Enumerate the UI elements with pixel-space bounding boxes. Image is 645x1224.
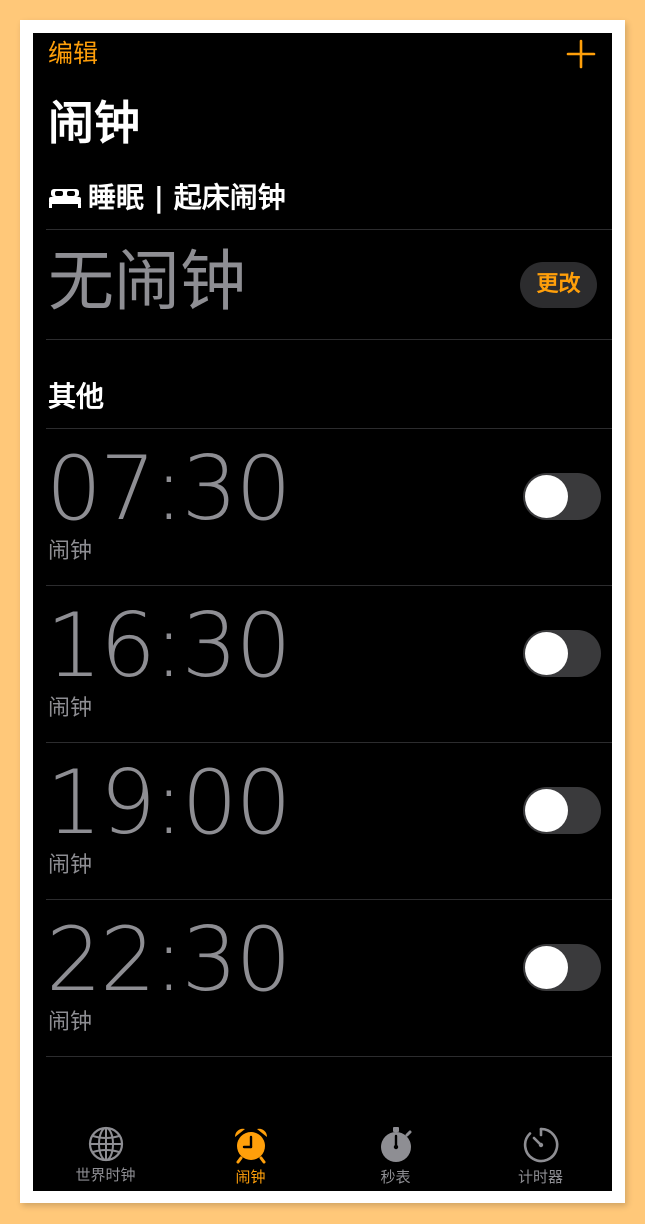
tab-alarm[interactable]: 闹钟: [178, 1118, 323, 1191]
toggle-knob: [525, 632, 568, 675]
alarm-time: 16:30: [46, 594, 292, 697]
alarm-toggle[interactable]: [523, 630, 601, 677]
alarm-time: 07:30: [46, 437, 292, 540]
alarm-label: 闹钟: [48, 1010, 93, 1035]
alarm-label: 闹钟: [48, 539, 93, 564]
clock-app-screen: 编辑 闹钟 睡眠 | 起床闹钟 无闹钟 更改 其他 07:30 闹钟 16:30…: [33, 33, 612, 1191]
stopwatch-icon: [380, 1127, 411, 1162]
alarm-row[interactable]: 22:30 闹钟: [33, 900, 612, 1057]
add-alarm-button[interactable]: [566, 39, 596, 69]
plus-icon: [566, 39, 596, 69]
alarm-toggle[interactable]: [523, 787, 601, 834]
tab-world-clock[interactable]: 世界时钟: [33, 1118, 178, 1191]
tab-timer[interactable]: 计时器: [468, 1118, 612, 1191]
alarm-toggle[interactable]: [523, 944, 601, 991]
change-sleep-button[interactable]: 更改: [520, 262, 597, 308]
tab-stopwatch[interactable]: 秒表: [323, 1118, 468, 1191]
divider: [46, 1056, 612, 1057]
alarm-row[interactable]: 07:30 闹钟: [33, 429, 612, 586]
bed-icon: [49, 189, 81, 208]
alarm-time: 19:00: [46, 751, 292, 854]
tab-label: 闹钟: [235, 1168, 266, 1186]
alarm-row[interactable]: 19:00 闹钟: [33, 743, 612, 900]
timer-icon: [523, 1127, 558, 1163]
tab-label: 世界时钟: [75, 1166, 136, 1184]
sleep-section-header: 睡眠 | 起床闹钟: [48, 179, 286, 217]
alarm-row[interactable]: 16:30 闹钟: [33, 586, 612, 743]
alarm-label: 闹钟: [48, 696, 93, 721]
alarm-clock-icon: [234, 1128, 267, 1164]
alarm-time: 22:30: [46, 908, 292, 1011]
tab-label: 计时器: [517, 1168, 563, 1186]
globe-icon: [88, 1126, 123, 1162]
divider: [46, 339, 612, 340]
toggle-knob: [525, 789, 568, 832]
toggle-knob: [525, 946, 568, 989]
alarm-label: 闹钟: [48, 853, 93, 878]
alarm-toggle[interactable]: [523, 473, 601, 520]
sleep-section-title: 睡眠 | 起床闹钟: [88, 181, 286, 214]
page-title: 闹钟: [48, 96, 140, 150]
divider: [46, 229, 612, 230]
sleep-alarm-status: 无闹钟: [48, 243, 246, 320]
other-section-header: 其他: [48, 380, 105, 413]
tab-label: 秒表: [380, 1168, 411, 1186]
tab-bar: 世界时钟 闹钟 秒表 计时器: [33, 1118, 612, 1191]
toggle-knob: [525, 475, 568, 518]
edit-button[interactable]: 编辑: [48, 38, 98, 70]
